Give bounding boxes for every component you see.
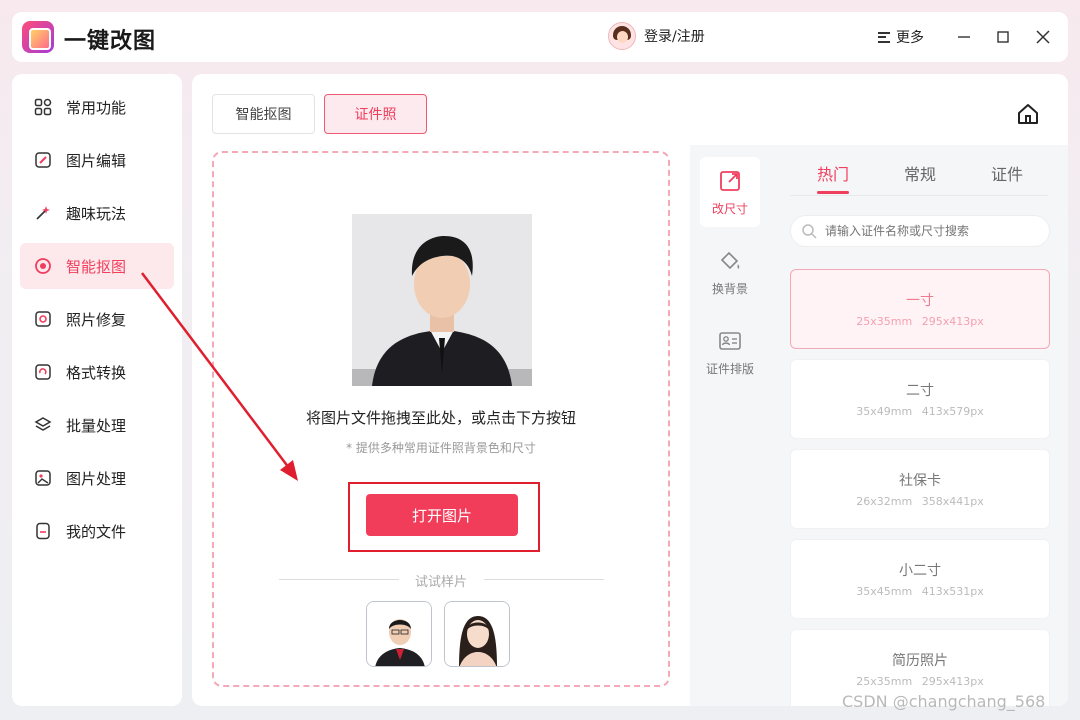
sidebar-item-edit[interactable]: 图片编辑	[20, 137, 174, 183]
sidebar-item-convert[interactable]: 格式转换	[20, 349, 174, 395]
sidebar-item-repair[interactable]: 照片修复	[20, 296, 174, 342]
divider	[790, 195, 1048, 196]
more-label: 更多	[896, 30, 924, 46]
maximize-icon	[997, 31, 1009, 43]
size-name: 一寸	[906, 293, 934, 309]
watermark: CSDN @changchang_568	[842, 692, 1046, 711]
resize-icon	[720, 170, 740, 191]
size-search	[790, 215, 1050, 247]
sample-photo-male[interactable]	[366, 601, 432, 667]
function-label: 改尺寸	[711, 201, 748, 216]
size-dims: 35x49mm 413x579px	[856, 405, 984, 418]
function-resize[interactable]: 改尺寸	[700, 157, 760, 227]
active-tab-indicator	[817, 191, 849, 194]
edit-icon	[34, 151, 52, 169]
sidebar-item-common[interactable]: 常用功能	[20, 84, 174, 130]
sidebar-item-image[interactable]: 图片处理	[20, 455, 174, 501]
size-name: 小二寸	[899, 563, 941, 579]
drop-zone[interactable]: 将图片文件拖拽至此处，或点击下方按钮 * 提供多种常用证件照背景色和尺寸 打开图…	[212, 151, 670, 687]
size-dims: 25x35mm 295x413px	[856, 675, 984, 688]
size-panel: 热门 常规 证件 一寸 25x35mm 295x413px 二寸 35x49mm…	[770, 145, 1068, 706]
sidebar-item-label: 批量处理	[66, 416, 127, 435]
home-button[interactable]	[1016, 102, 1040, 126]
minimize-button[interactable]	[951, 24, 977, 50]
sidebar-item-label: 趣味玩法	[66, 204, 127, 223]
function-background[interactable]: 换背景	[700, 237, 760, 307]
layers-icon	[34, 416, 52, 434]
tab-certificate[interactable]: 证件	[991, 161, 1023, 185]
sample-photo-female[interactable]	[444, 601, 510, 667]
menu-icon	[878, 31, 890, 43]
function-bar: 改尺寸 换背景 证件排版	[690, 145, 770, 706]
sidebar-item-batch[interactable]: 批量处理	[20, 402, 174, 448]
sidebar-item-label: 图片编辑	[66, 151, 127, 170]
size-name: 社保卡	[899, 473, 941, 489]
drop-hint-text: 将图片文件拖拽至此处，或点击下方按钮	[305, 409, 576, 427]
app-title: 一键改图	[64, 29, 157, 54]
sidebar-item-cutout[interactable]: 智能抠图	[20, 243, 174, 289]
paint-bucket-icon	[720, 251, 740, 269]
sidebar-item-files[interactable]: 我的文件	[20, 508, 174, 554]
samples-label: 试试样片	[414, 575, 467, 590]
tab-id-photo[interactable]: 证件照	[324, 94, 427, 134]
sidebar: 常用功能 图片编辑 趣味玩法 智能抠图 照片修复 格式转换 批量处理 图片处理 …	[12, 74, 182, 706]
home-icon	[1018, 104, 1038, 124]
size-dims: 25x35mm 295x413px	[856, 315, 984, 328]
function-label: 证件排版	[705, 361, 754, 376]
open-image-button[interactable]: 打开图片	[366, 494, 518, 536]
search-input[interactable]	[825, 224, 1045, 238]
login-label: 登录/注册	[644, 29, 705, 45]
size-name: 简历照片	[892, 653, 948, 669]
file-icon	[34, 522, 52, 540]
image-icon	[34, 469, 52, 487]
sidebar-item-label: 常用功能	[66, 98, 127, 117]
convert-icon	[34, 363, 52, 381]
sidebar-item-label: 智能抠图	[66, 257, 127, 276]
repair-icon	[34, 310, 52, 328]
tab-hot[interactable]: 热门	[817, 161, 849, 185]
size-card-two-inch[interactable]: 二寸 35x49mm 413x579px	[790, 359, 1050, 439]
close-icon	[1036, 30, 1050, 44]
drop-sub-hint: * 提供多种常用证件照背景色和尺寸	[346, 441, 536, 455]
size-name: 二寸	[906, 383, 934, 399]
tab-regular[interactable]: 常规	[904, 161, 936, 185]
id-card-icon	[719, 331, 741, 350]
close-button[interactable]	[1030, 24, 1056, 50]
size-card-small-two-inch[interactable]: 小二寸 35x45mm 413x531px	[790, 539, 1050, 619]
more-menu-button[interactable]: 更多	[878, 27, 924, 47]
title-bar: 一键改图 登录/注册 更多	[12, 12, 1068, 62]
tab-smart-cutout[interactable]: 智能抠图	[212, 94, 315, 134]
sidebar-item-fun[interactable]: 趣味玩法	[20, 190, 174, 236]
cutout-icon	[34, 257, 52, 275]
sidebar-item-label: 图片处理	[66, 469, 127, 488]
login-button[interactable]: 登录/注册	[608, 22, 705, 50]
magic-icon	[34, 204, 52, 222]
id-photo-preview	[352, 214, 532, 386]
grid-icon	[34, 98, 52, 116]
sidebar-item-label: 格式转换	[66, 363, 127, 382]
size-card-social-security[interactable]: 社保卡 26x32mm 358x441px	[790, 449, 1050, 529]
maximize-button[interactable]	[990, 24, 1016, 50]
size-dims: 26x32mm 358x441px	[856, 495, 984, 508]
avatar	[608, 22, 636, 50]
size-card-one-inch[interactable]: 一寸 25x35mm 295x413px	[790, 269, 1050, 349]
search-icon	[802, 224, 817, 239]
function-label: 换背景	[711, 281, 748, 296]
sidebar-item-label: 照片修复	[66, 310, 127, 329]
function-layout[interactable]: 证件排版	[700, 317, 760, 387]
size-dims: 35x45mm 413x531px	[856, 585, 984, 598]
app-logo-icon	[22, 21, 54, 53]
sidebar-item-label: 我的文件	[66, 522, 127, 541]
minimize-icon	[958, 36, 970, 38]
main-panel: 智能抠图 证件照 将图片文件拖拽至此处，或点击下方按钮 * 提供多种常用证件照背…	[192, 74, 1068, 706]
